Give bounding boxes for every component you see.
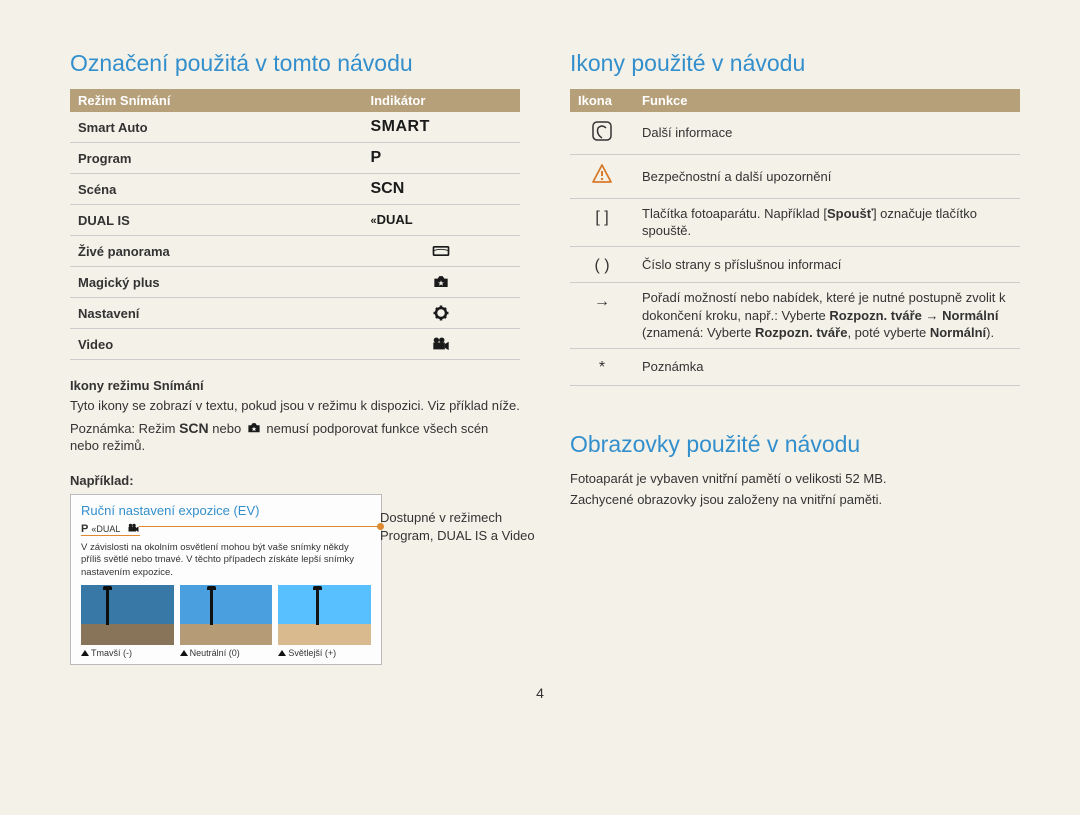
- icons-mode-text: Tyto ikony se zobrazí v textu, pokud jso…: [70, 397, 520, 415]
- th-func: Funkce: [634, 89, 1020, 112]
- table-row: [ ] Tlačítka fotoaparátu. Například [Spo…: [570, 198, 1020, 246]
- table-row: → Pořadí možností nebo nabídek, které je…: [570, 283, 1020, 349]
- section-title-icons: Ikony použité v návodu: [570, 50, 1020, 77]
- table-row: DUAL IS «DUAL: [70, 205, 520, 236]
- table-row: Bezpečnostní a další upozornění: [570, 155, 1020, 198]
- gear-icon: [431, 304, 451, 322]
- video-icon: [431, 335, 451, 353]
- section-title-left: Označení použitá v tomto návodu: [70, 50, 520, 77]
- caption-dark: Tmavší (-): [81, 648, 174, 658]
- table-row: Video: [70, 329, 520, 360]
- cell-func: Pořadí možností nebo nabídek, které je n…: [634, 283, 1020, 349]
- table-row: Scéna SCN: [70, 174, 520, 205]
- table-row: Program P: [70, 143, 520, 174]
- example-mode-icons: P «DUAL: [81, 523, 140, 536]
- thumb-neutral: [180, 585, 273, 645]
- th-mode: Režim Snímání: [70, 89, 363, 112]
- example-box: Ruční nastavení expozice (EV) P «DUAL V …: [70, 494, 382, 665]
- icons-table: Ikona Funkce Další informace Bezpečnostn…: [570, 89, 1020, 386]
- magic-icon: [431, 273, 451, 291]
- th-indicator: Indikátor: [363, 89, 521, 112]
- table-row: ( ) Číslo strany s příslušnou informací: [570, 246, 1020, 283]
- thumb-light: [278, 585, 371, 645]
- table-row: * Poznámka: [570, 348, 1020, 385]
- warning-icon: [591, 163, 613, 185]
- cell-func: Další informace: [634, 112, 1020, 155]
- table-row: Smart Auto SMART: [70, 112, 520, 143]
- asterisk-icon: *: [570, 348, 634, 385]
- info-icon: [591, 120, 613, 142]
- table-row: Nastavení: [70, 298, 520, 329]
- th-icon: Ikona: [570, 89, 634, 112]
- page-number: 4: [0, 685, 1080, 701]
- screens-line2: Zachycené obrazovky jsou založeny na vni…: [570, 491, 1020, 509]
- table-row: Další informace: [570, 112, 1020, 155]
- cell-func: Bezpečnostní a další upozornění: [634, 155, 1020, 198]
- parens-icon: ( ): [570, 246, 634, 283]
- caption-light: Světlejší (+): [278, 648, 371, 658]
- sub-heading-icons-mode: Ikony režimu Snímání: [70, 378, 520, 393]
- cell-func: Tlačítka fotoaparátu. Například [Spoušť]…: [634, 198, 1020, 246]
- example-desc: V závislosti na okolním osvětlení mohou …: [81, 542, 371, 579]
- modes-table: Režim Snímání Indikátor Smart Auto SMART…: [70, 89, 520, 360]
- caption-neutral: Neutrální (0): [180, 648, 273, 658]
- screens-line1: Fotoaparát je vybaven vnitřní pamětí o v…: [570, 470, 1020, 488]
- section-title-screens: Obrazovky použité v návodu: [570, 431, 1020, 458]
- table-row: Magický plus: [70, 267, 520, 298]
- example-label: Například:: [70, 473, 520, 488]
- magic-icon: [245, 421, 263, 435]
- cell-func: Poznámka: [634, 348, 1020, 385]
- callout-line: [139, 526, 380, 527]
- callout-text: Dostupné v režimech Program, DUAL IS a V…: [380, 509, 540, 544]
- thumb-dark: [81, 585, 174, 645]
- example-title: Ruční nastavení expozice (EV): [81, 503, 371, 518]
- table-row: Živé panorama: [70, 236, 520, 267]
- brackets-icon: [ ]: [570, 198, 634, 246]
- panorama-icon: [431, 242, 451, 260]
- note-text: Poznámka: Režim SCN nebo nemusí podporov…: [70, 419, 520, 455]
- cell-func: Číslo strany s příslušnou informací: [634, 246, 1020, 283]
- arrow-icon: →: [570, 283, 634, 349]
